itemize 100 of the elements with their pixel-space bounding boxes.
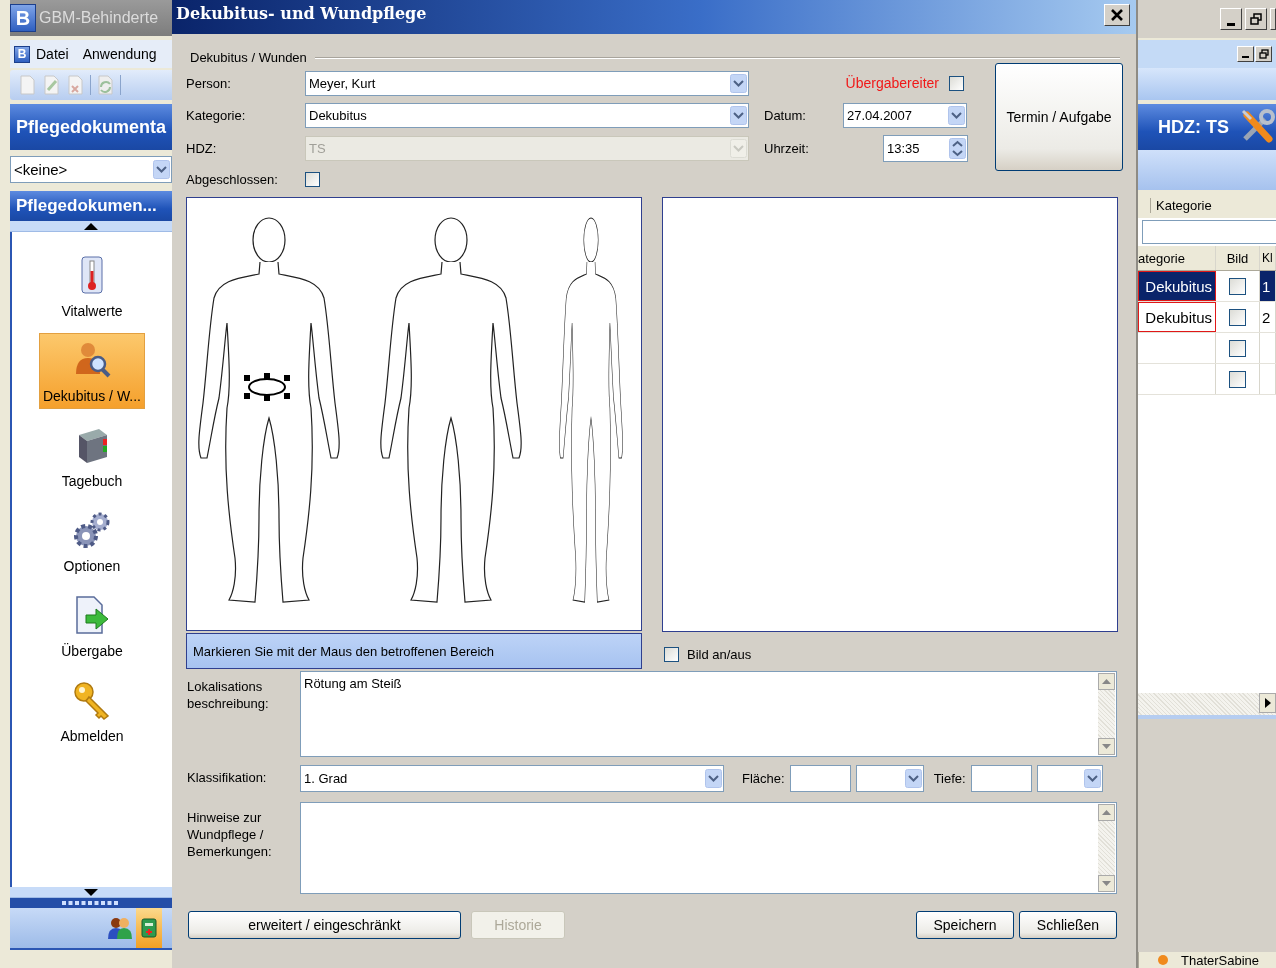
delete-document-icon [66,75,85,95]
notes-text-area[interactable] [300,802,1117,894]
table-cell: 2 [1260,302,1276,332]
dialog-button[interactable]: Schließen [1019,911,1117,939]
horizontal-scrollbar[interactable] [1138,693,1276,719]
navigation-item[interactable]: Optionen [39,503,145,579]
splitter-handle[interactable] [10,898,172,908]
users-icon [108,917,132,939]
field-label: Person: [186,75,232,91]
field-label: Lokalisations beschreibung: [186,678,270,713]
dialog-button[interactable]: erweitert / eingeschränkt [188,911,461,939]
minimize-icon [1242,56,1249,58]
restore-icon [1250,13,1262,25]
window-button[interactable] [1237,46,1254,62]
field-label: Fläche: [742,771,785,786]
gears-icon [72,510,112,550]
field-label: Tiefe: [933,771,966,786]
menu-item[interactable]: Datei [36,46,69,62]
column-header[interactable]: ategorie [1138,246,1216,270]
app-logo: B [10,4,36,32]
area-unit-dropdown[interactable] [855,765,924,792]
filter-field[interactable] [1142,220,1276,244]
checkbox-label: Bild an/aus [687,647,752,662]
scroll-down-bar[interactable] [10,887,172,898]
vertical-scrollbar[interactable] [1098,673,1115,755]
image-toggle-checkbox[interactable] [664,647,679,662]
document-arrow-icon [74,595,110,635]
person-dropdown[interactable]: Meyer, Kurt [305,70,749,96]
selection-marker[interactable] [244,373,290,401]
image-checkbox[interactable] [1229,370,1246,388]
scroll-up-bar[interactable] [10,221,172,232]
table-cell: Dekubitus [1138,302,1216,332]
window-button[interactable] [1245,8,1267,30]
window-title: GBM-Behinderte [39,9,159,27]
navigation-item[interactable]: Abmelden [39,673,145,749]
tools-icon [1239,109,1275,145]
column-header[interactable]: Bild [1216,246,1260,270]
window-button[interactable] [1220,8,1242,30]
field-label: Datum: [764,108,807,123]
localisation-text-area[interactable]: Rötung am Steiß [300,671,1117,757]
scroll-right-icon [1259,693,1276,713]
body-chart-panel[interactable] [186,197,642,631]
navigation-item[interactable]: Tagebuch [39,418,145,494]
appointment-button[interactable]: Termin / Aufgabe [995,63,1123,171]
filter-dropdown[interactable]: <keine> [10,156,172,183]
completed-checkbox[interactable] [305,171,320,187]
app-logo: B [14,45,30,63]
thermometer-icon [78,255,106,295]
window-button[interactable] [1255,46,1272,62]
field-label: Hinweise zur Wundpflege / Bemerkungen: [186,809,273,861]
dialog-title: Dekubitus- und Wundpflege [176,4,427,23]
window-button[interactable] [1270,8,1276,30]
navigation-item[interactable]: Vitalwerte [39,248,145,324]
close-icon [1110,8,1124,22]
hdz-header: HDZ: TS [1158,116,1229,138]
depth-input[interactable] [970,765,1032,792]
notebook-icon [141,918,157,938]
table-cell: 1 [1260,271,1276,301]
handover-label: Übergabereiter [845,75,939,91]
field-label: Uhrzeit: [764,141,810,156]
grip-icon [62,901,120,905]
section-title: Dekubitus / Wunden [190,50,307,65]
edit-document-icon [42,75,61,95]
user-name: ThaterSabine [1181,952,1260,968]
dialog-button[interactable]: Speichern [916,911,1014,939]
field-label: Kategorie: [186,108,247,123]
image-checkbox[interactable] [1229,308,1246,326]
table-cell: Dekubitus [1138,271,1216,301]
depth-unit-dropdown[interactable] [1036,765,1103,792]
classification-dropdown[interactable]: 1. Grad [300,765,724,792]
close-button[interactable] [1104,4,1130,26]
hint-text: Markieren Sie mit der Maus den betroffenen Bereich [186,633,642,669]
status-dot-icon [1157,954,1169,966]
image-checkbox[interactable] [1229,339,1246,357]
scroll-down-icon [1098,875,1115,892]
navigation-item[interactable]: Dekubitus / W... [39,333,145,409]
module-header: Pflegedokumenta [10,104,172,150]
scroll-up-icon [1098,804,1115,821]
time-spinner[interactable]: 13:35 [883,135,968,162]
field-label: Abgeschlossen: [186,171,279,187]
image-checkbox[interactable] [1229,277,1246,295]
scroll-up-icon [1098,673,1115,690]
column-header[interactable]: Kl [1260,246,1276,270]
new-document-icon [18,75,37,95]
category-dropdown[interactable]: Dekubitus [305,103,749,128]
spin-arrows-icon [949,138,966,159]
navigation-item[interactable]: Übergabe [39,588,145,664]
menu-item[interactable]: Anwendung [82,46,157,62]
field-label: HDZ: [186,141,218,156]
area-input[interactable] [789,765,851,792]
field-label: Klassifikation: [186,770,268,787]
shortcut-button[interactable] [136,908,162,948]
key-icon [72,680,112,720]
date-picker[interactable]: 27.04.2007 [843,103,967,128]
column-header[interactable]: Kategorie [1150,197,1212,213]
scroll-down-icon [1098,738,1115,755]
restore-icon [1258,49,1269,59]
handover-checkbox[interactable] [949,75,964,91]
vertical-scrollbar[interactable] [1098,804,1115,892]
refresh-icon [96,75,115,95]
